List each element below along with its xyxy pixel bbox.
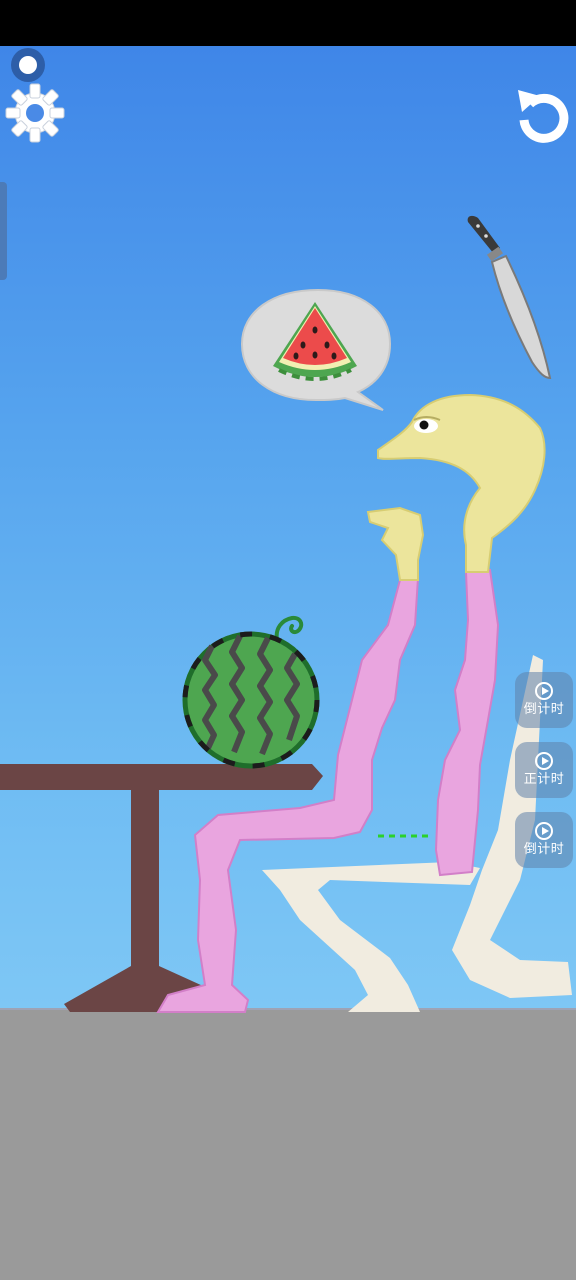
table[interactable] (0, 764, 323, 1012)
play-circle-icon (535, 822, 553, 840)
record-indicator[interactable] (11, 48, 45, 82)
play-circle-icon (535, 682, 553, 700)
game-scene (0, 215, 572, 1013)
countup-button[interactable]: 正计时 (515, 742, 573, 798)
countdown-button-2[interactable]: 倒计时 (515, 812, 573, 868)
countup-label: 正计时 (523, 772, 565, 787)
countdown-button-1[interactable]: 倒计时 (515, 672, 573, 728)
undo-icon[interactable] (510, 80, 574, 144)
side-drawer-handle[interactable] (0, 182, 7, 280)
countdown-label: 倒计时 (523, 702, 565, 717)
play-circle-icon (535, 752, 553, 770)
countdown-label: 倒计时 (523, 842, 565, 857)
thought-bubble (240, 288, 392, 411)
knife[interactable] (467, 215, 552, 380)
record-dot-icon (19, 56, 37, 74)
gear-icon[interactable] (4, 82, 66, 144)
watermelon[interactable] (182, 615, 320, 769)
